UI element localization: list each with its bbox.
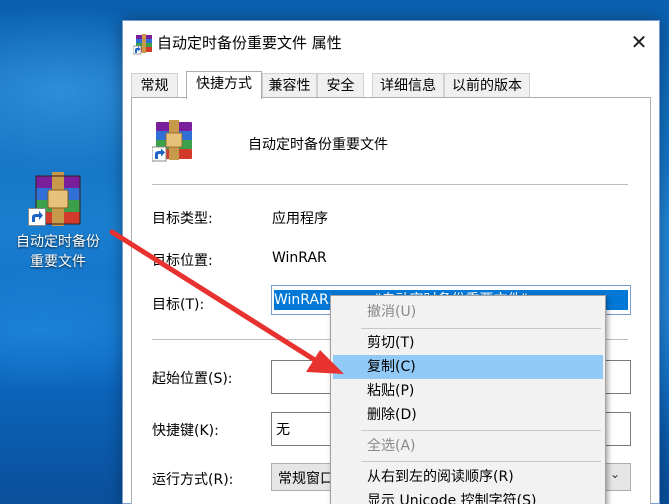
winrar-archive-icon [151,120,196,162]
desktop-shortcut-label: 自动定时备份 重要文件 [16,234,100,270]
target-location-label: 目标位置: [152,253,213,269]
menu-item-undo[interactable]: 撤消(U) [333,300,603,324]
tab-general[interactable]: 常规 [131,73,178,98]
menu-item-paste[interactable]: 粘贴(P) [333,379,603,403]
tab-security[interactable]: 安全 [317,73,364,98]
run-value: 常规窗口 [278,471,334,487]
close-icon: ✕ [630,30,648,54]
dialog-title: 自动定时备份重要文件 属性 [157,34,342,52]
shortcut-name: 自动定时备份重要文件 [248,137,388,153]
menu-separator [361,430,601,431]
tab-compatibility[interactable]: 兼容性 [262,73,317,98]
target-type-value: 应用程序 [272,211,328,227]
menu-item-copy[interactable]: 复制(C) [333,355,603,379]
run-label: 运行方式(R): [152,472,234,488]
winrar-archive-icon [28,170,88,228]
menu-item-select-all[interactable]: 全选(A) [333,434,603,458]
menu-separator [361,461,601,462]
menu-item-show-unicode[interactable]: 显示 Unicode 控制字符(S) [333,489,603,504]
divider [152,184,628,185]
chevron-down-icon: ⌄ [610,467,621,481]
desktop-shortcut[interactable]: 自动定时备份 重要文件 [6,170,110,272]
close-button[interactable]: ✕ [623,27,655,57]
start-in-label: 起始位置(S): [152,371,233,387]
title-bar[interactable]: 自动定时备份重要文件 属性 ✕ [123,21,659,63]
menu-item-cut[interactable]: 剪切(T) [333,331,603,355]
shortcut-key-value: 无 [276,422,290,438]
target-type-label: 目标类型: [152,211,213,227]
tab-shortcut[interactable]: 快捷方式 [186,71,262,99]
tab-details[interactable]: 详细信息 [372,73,444,98]
target-label: 目标(T): [152,297,205,313]
shortcut-key-label: 快捷键(K): [152,423,219,439]
menu-separator [361,328,601,329]
menu-item-delete[interactable]: 删除(D) [333,403,603,427]
tab-previous-versions[interactable]: 以前的版本 [444,73,530,98]
context-menu: 撤消(U) 剪切(T) 复制(C) 粘贴(P) 删除(D) 全选(A) 从右到左… [330,295,606,504]
menu-item-rtl-reading[interactable]: 从右到左的阅读顺序(R) [333,465,603,489]
target-location-value: WinRAR [272,250,327,266]
winrar-archive-icon [132,33,155,55]
shortcut-arrow-icon [28,208,46,226]
